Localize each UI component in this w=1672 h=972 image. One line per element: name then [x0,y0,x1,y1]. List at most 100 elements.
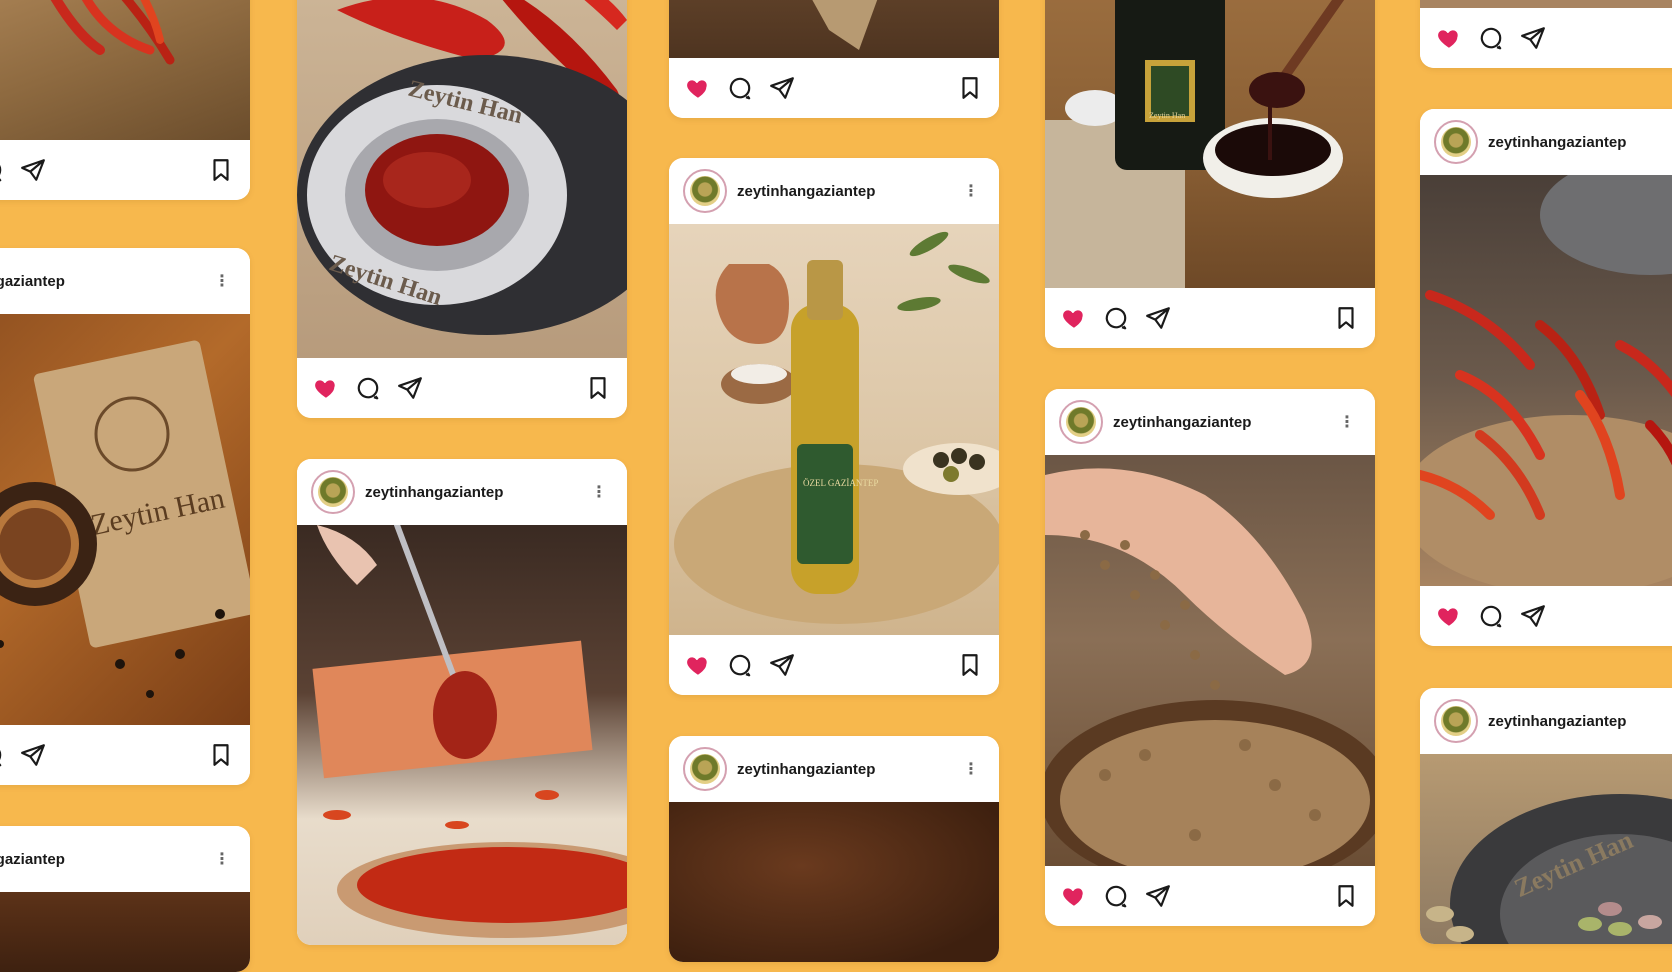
comment-icon[interactable] [1103,305,1129,331]
post-photo-olive-oil[interactable]: ÖZEL GAZİANTEP [669,224,999,635]
post-card: Zeytin Han Zeytin Han [297,0,627,418]
username[interactable]: zeytinhangaziantep [737,761,957,778]
post-header: zeytinhangaziantep ⋮ [1045,389,1375,455]
comment-icon[interactable] [355,375,381,401]
avatar[interactable] [1434,120,1478,164]
molasses-illustration: Zeytin Han [1045,0,1345,288]
bottle-label-text: ÖZEL GAZİANTEP [803,478,878,488]
send-icon[interactable] [20,742,46,768]
avatar[interactable] [1059,400,1103,444]
jar-brand-text: Zeytin Han [1149,111,1185,120]
post-photo-molasses[interactable]: Zeytin Han [1045,0,1375,288]
send-icon[interactable] [20,157,46,183]
more-vertical-icon[interactable]: ⋮ [1333,412,1361,432]
burlap-illustration [812,0,878,50]
post-header: eytinhangaziantep ⋮ [0,826,250,892]
post-photo[interactable] [0,892,250,972]
olive-oil-illustration: ÖZEL GAZİANTEP [674,231,999,624]
post-card: zeytinhangaziantep ⋮ ÖZEL GAZİANTEP [669,158,999,695]
post-photo-pistachio[interactable]: Zeytin Han [1420,754,1672,944]
coffee-bag-illustration: Zeytin Han [0,340,250,698]
avatar[interactable] [683,169,727,213]
more-vertical-icon[interactable]: ⋮ [208,271,236,291]
post-photo-chili-burlap[interactable] [0,0,250,140]
post-photo-coriander-seeds[interactable] [1045,455,1375,866]
username[interactable]: eytinhangaziantep [0,273,208,290]
send-icon[interactable] [769,652,795,678]
send-icon[interactable] [1520,603,1546,629]
heart-filled-icon[interactable] [1061,305,1087,331]
more-vertical-icon[interactable]: ⋮ [957,759,985,779]
post-photo-pepper-paste[interactable]: Zeytin Han Zeytin Han [297,0,627,358]
send-icon[interactable] [397,375,423,401]
bookmark-icon[interactable] [208,742,234,768]
avatar[interactable] [683,747,727,791]
brand-logo [1441,706,1471,736]
bookmark-icon[interactable] [957,75,983,101]
username[interactable]: zeytinhangaziantep [365,484,585,501]
post-header: zeytinhangaziantep [1420,688,1672,754]
comment-icon[interactable] [0,157,4,183]
more-vertical-icon[interactable]: ⋮ [957,181,985,201]
post-photo-chili-flakes[interactable] [297,525,627,945]
post-photo-wood-burlap[interactable] [669,0,999,58]
username[interactable]: zeytinhangaziantep [1488,713,1672,730]
more-vertical-icon[interactable]: ⋮ [208,849,236,869]
heart-filled-icon[interactable] [1436,25,1462,51]
comment-icon[interactable] [1103,883,1129,909]
username[interactable]: zeytinhangaziantep [1488,134,1672,151]
coriander-illustration [1045,468,1375,866]
post-header: zeytinhangaziantep ⋮ [669,158,999,224]
bookmark-icon[interactable] [1333,305,1359,331]
avatar[interactable] [311,470,355,514]
post-header: zeytinhangaziantep ⋮ [669,736,999,802]
post-photo[interactable] [669,802,999,962]
comment-icon[interactable] [727,652,753,678]
post-card: zeytinhangaziantep ⋮ [669,736,999,962]
post-actions [1420,8,1672,68]
bookmark-icon[interactable] [957,652,983,678]
post-card [669,0,999,118]
heart-filled-icon[interactable] [685,652,711,678]
comment-icon[interactable] [1478,603,1504,629]
heart-filled-icon[interactable] [1061,883,1087,909]
post-photo-coffee-pepper[interactable]: Zeytin Han [0,314,250,725]
post-card: zeytinhangaziantep Zeytin Han [1420,688,1672,944]
send-icon[interactable] [1145,883,1171,909]
username[interactable]: eytinhangaziantep [0,851,208,868]
comment-icon[interactable] [727,75,753,101]
post-actions [1045,288,1375,348]
username[interactable]: zeytinhangaziantep [1113,414,1333,431]
bookmark-icon[interactable] [1333,883,1359,909]
post-card: zeytinhangaziantep [1420,109,1672,646]
post-card: eytinhangaziantep ⋮ [0,826,250,972]
heart-filled-icon[interactable] [313,375,339,401]
post-card: zeytinhangaziantep ⋮ [297,459,627,945]
pepper-paste-illustration: Zeytin Han Zeytin Han [297,0,627,335]
comment-icon[interactable] [0,742,4,768]
bookmark-icon[interactable] [208,157,234,183]
brand-logo [318,477,348,507]
pistachio-illustration: Zeytin Han [1426,794,1672,944]
send-icon[interactable] [769,75,795,101]
post-actions [1420,586,1672,646]
bookmark-icon[interactable] [585,375,611,401]
send-icon[interactable] [1520,25,1546,51]
post-actions [0,725,250,785]
post-photo-dried-chilies[interactable] [1420,175,1672,586]
post-actions [669,635,999,695]
avatar[interactable] [1434,699,1478,743]
heart-filled-icon[interactable] [685,75,711,101]
chili-illustration [50,0,175,65]
post-card [0,0,250,200]
send-icon[interactable] [1145,305,1171,331]
comment-icon[interactable] [1478,25,1504,51]
heart-filled-icon[interactable] [1436,603,1462,629]
brand-logo [1441,127,1471,157]
more-vertical-icon[interactable]: ⋮ [585,482,613,502]
post-photo[interactable] [1420,0,1672,8]
post-card: zeytinhangaziantep ⋮ [1045,389,1375,926]
post-header: zeytinhangaziantep [1420,109,1672,175]
post-header: eytinhangaziantep ⋮ [0,248,250,314]
username[interactable]: zeytinhangaziantep [737,183,957,200]
